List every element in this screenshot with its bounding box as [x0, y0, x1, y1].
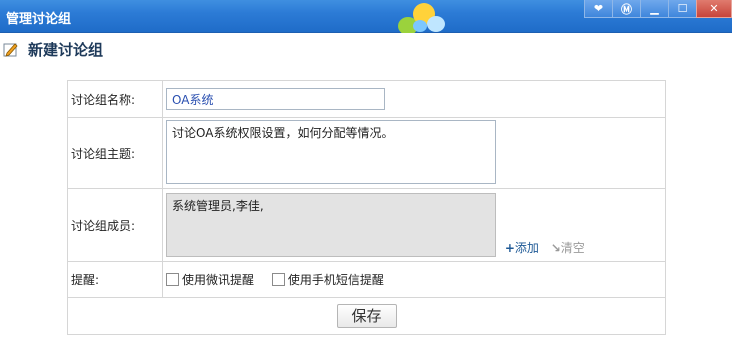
- reminder-label: 提醒:: [67, 261, 163, 298]
- minimize-icon[interactable]: ▁: [640, 0, 669, 18]
- window-titlebar: 管理讨论组 ❤ Ⓜ ▁ ☐ ✕: [0, 0, 732, 33]
- sms-reminder-label: 使用手机短信提醒: [287, 272, 384, 287]
- add-member-link[interactable]: +添加: [505, 241, 539, 255]
- topic-textarea[interactable]: 讨论OA系统权限设置，如何分配等情况。: [166, 119, 496, 184]
- sms-reminder-checkbox[interactable]: 使用手机短信提醒: [271, 271, 384, 288]
- maximize-icon[interactable]: ☐: [668, 0, 697, 18]
- weixun-reminder-checkbox[interactable]: 使用微讯提醒: [166, 271, 254, 288]
- new-group-form: 讨论组名称: 讨论组主题: 讨论OA系统权限设置，如何分配等情况。 讨论组成员:…: [67, 80, 666, 335]
- checkbox-box[interactable]: [271, 272, 285, 286]
- manual-icon[interactable]: Ⓜ: [612, 0, 641, 18]
- add-label: 添加: [514, 241, 539, 255]
- weixun-reminder-label: 使用微讯提醒: [182, 272, 255, 287]
- topic-label: 讨论组主题:: [67, 117, 163, 189]
- name-label: 讨论组名称:: [67, 80, 163, 118]
- edit-icon: [3, 43, 18, 57]
- window-title: 管理讨论组: [6, 12, 72, 27]
- decorative-balloons: [398, 3, 445, 33]
- plus-icon: +: [504, 241, 515, 255]
- group-name-input[interactable]: [166, 88, 385, 110]
- close-icon[interactable]: ✕: [696, 0, 732, 18]
- page-heading: 新建讨论组: [3, 39, 103, 59]
- members-field[interactable]: 系统管理员,李佳,: [166, 193, 496, 257]
- clear-label: 清空: [560, 241, 585, 255]
- checkbox-box[interactable]: [166, 272, 179, 286]
- favorite-icon[interactable]: ❤: [584, 0, 613, 18]
- page-title: 新建讨论组: [28, 40, 104, 59]
- members-label: 讨论组成员:: [67, 188, 163, 262]
- save-button[interactable]: 保存: [336, 304, 397, 328]
- clear-members-link[interactable]: ↘清空: [551, 241, 585, 255]
- arrow-icon: ↘: [550, 241, 561, 255]
